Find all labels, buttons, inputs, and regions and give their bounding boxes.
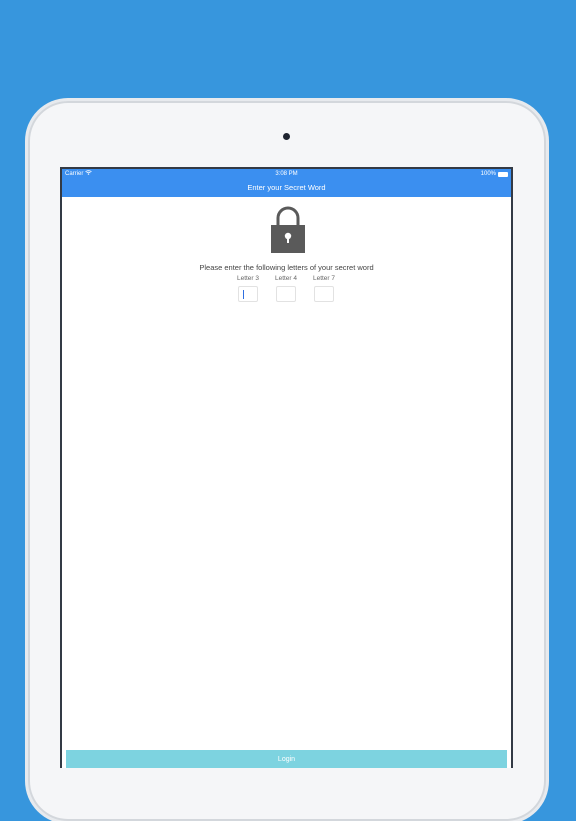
nav-bar: Enter your Secret Word <box>62 179 511 197</box>
status-bar: Carrier 3:08 PM 100% <box>62 169 511 179</box>
status-time: 3:08 PM <box>275 171 298 177</box>
instruction-text: Please enter the following letters of yo… <box>199 263 374 272</box>
letter-label: Letter 4 <box>274 275 298 282</box>
letter-group-2: Letter 4 <box>274 275 298 302</box>
letter-label: Letter 3 <box>236 275 260 282</box>
letter-group-1: Letter 3 <box>236 275 260 302</box>
login-button-label: Login <box>277 756 296 763</box>
letter-group-3: Letter 7 <box>312 275 336 302</box>
text-cursor <box>243 290 244 299</box>
letter-input[interactable] <box>238 286 258 302</box>
battery-icon <box>498 171 508 177</box>
battery-group: 100% <box>481 169 508 179</box>
app-screen: Carrier 3:08 PM 100% Enter your Secret W… <box>60 167 513 768</box>
letter-input[interactable] <box>276 286 296 302</box>
page-title: Enter your Secret Word <box>247 183 326 192</box>
letters-row: Letter 3 Letter 4 Letter 7 <box>236 275 336 302</box>
lock-icon <box>269 205 307 255</box>
letter-label: Letter 7 <box>312 275 336 282</box>
letter-input[interactable] <box>314 286 334 302</box>
login-button[interactable]: Login <box>66 750 507 768</box>
camera-icon <box>283 133 290 140</box>
battery-percent: 100% <box>480 171 496 177</box>
